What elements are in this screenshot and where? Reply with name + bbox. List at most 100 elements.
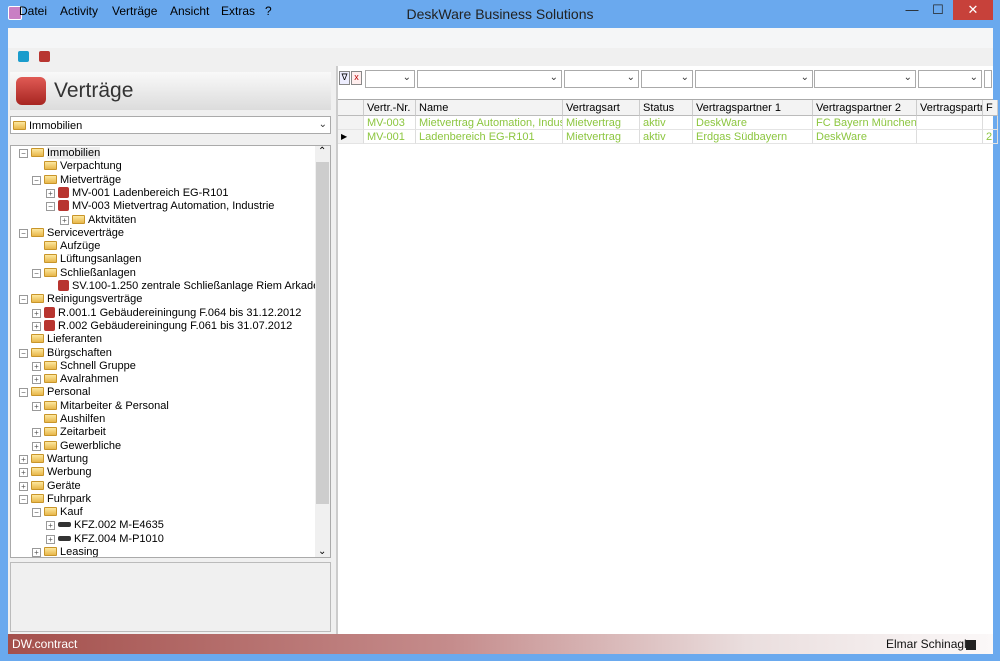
grid-cell[interactable]: aktiv [640,116,693,130]
column-header[interactable]: Vertragsart [563,100,640,116]
grid-cell[interactable]: FC Bayern München [813,116,917,130]
tree-node[interactable]: MV-001 Ladenbereich EG-R101 [58,186,229,200]
column-filter[interactable]: ⌄ [695,70,813,88]
expand-icon[interactable]: + [46,521,55,531]
menu-help[interactable]: ? [265,4,272,18]
tree-node[interactable]: SV.100-1.250 zentrale Schließanlage Riem… [58,280,325,293]
expand-icon[interactable]: + [32,548,41,557]
expand-icon[interactable]: + [46,188,55,198]
tree-node[interactable]: Serviceverträge [31,227,124,240]
grid-cell[interactable]: aktiv [640,130,693,144]
tree-node[interactable]: Personal [31,386,90,399]
menu-activity[interactable]: Activity [60,4,98,18]
tree-node[interactable]: Aktvitäten [72,214,136,227]
tree-node[interactable]: KFZ.002 M-E4635 [58,519,164,532]
expand-icon[interactable]: + [19,468,28,478]
grid-cell[interactable]: 2 [983,130,998,144]
menu-datei[interactable]: Datei [19,4,47,18]
tree-node[interactable]: Leasing [44,546,99,557]
tree-node[interactable]: Bürgschaften [31,347,112,360]
collapse-icon[interactable]: − [32,508,41,518]
tree-node[interactable]: Reinigungsverträge [31,293,142,306]
menu-ansicht[interactable]: Ansicht [170,4,209,18]
grid-cell[interactable]: DeskWare [693,116,813,130]
row-selector[interactable] [338,116,364,130]
collapse-icon[interactable]: − [19,494,28,504]
scrollbar-thumb[interactable] [316,162,329,504]
collapse-icon[interactable]: − [19,228,28,238]
collapse-icon[interactable]: − [19,388,28,398]
tree-node[interactable]: Immobilien [31,147,101,160]
expand-icon[interactable]: + [32,361,41,371]
collapse-icon[interactable]: − [19,149,28,158]
collapse-icon[interactable]: − [32,268,41,278]
grid-cell[interactable]: Mietvertrag Automation, Industri [416,116,563,130]
category-combo[interactable]: Immobilien ⌄ [10,116,331,134]
expand-icon[interactable]: + [19,481,28,491]
tree-node[interactable]: Fuhrpark [31,493,91,506]
collapse-icon[interactable]: − [19,295,28,305]
save-icon[interactable] [966,640,976,650]
tree-node[interactable]: Avalrahmen [44,373,119,386]
tree-node[interactable]: R.001.1 Gebäudereiningung F.064 bis 31.1… [44,306,301,320]
tree-node[interactable]: Lüftungsanlagen [44,253,141,266]
expand-icon[interactable]: + [32,401,41,411]
row-selector[interactable]: ▶ [338,130,364,144]
grid-cell[interactable]: MV-001 [364,130,416,144]
column-filter[interactable]: ⌄ [417,70,562,88]
tree-node[interactable]: Gewerbliche [44,440,121,453]
tree-node[interactable]: Lieferanten [31,333,102,346]
column-filter[interactable] [984,70,992,88]
column-header[interactable]: Vertr.-Nr. [364,100,416,116]
column-filter[interactable]: ⌄ [814,70,916,88]
tree-node[interactable]: Kauf [44,506,83,519]
column-header[interactable]: Vertragspartner 2 [813,100,917,116]
menu-extras[interactable]: Extras [221,4,255,18]
column-header[interactable]: Vertragspartn [917,100,983,116]
filter-icon[interactable]: ∇ [339,71,350,85]
collapse-icon[interactable]: − [32,175,41,185]
tree-node[interactable]: Schließanlagen [44,267,136,280]
mail-icon[interactable] [18,51,29,62]
grid-cell[interactable]: Ladenbereich EG-R101 [416,130,563,144]
grid-cell[interactable] [917,116,983,130]
grid-cell[interactable] [917,130,983,144]
close-button[interactable]: ✕ [953,0,993,20]
column-header[interactable]: Status [640,100,693,116]
tree-node[interactable]: Zeitarbeit [44,426,106,439]
expand-icon[interactable]: + [60,215,69,225]
contracts-grid[interactable]: Vertr.-Nr. Name Vertragsart Status Vertragsp… [338,99,998,632]
tree-node[interactable]: Wartung [31,453,88,466]
column-filter[interactable]: ⌄ [365,70,415,88]
tree-node[interactable]: Mietverträge [44,174,121,187]
grid-cell[interactable]: Mietvertrag [563,130,640,144]
column-header[interactable]: Name [416,100,563,116]
minimize-button[interactable]: — [900,0,924,20]
tree-node[interactable]: KFZ.004 M-P1010 [58,533,164,546]
tree-node[interactable]: MV-003 Mietvertrag Automation, Industrie [58,200,274,213]
expand-icon[interactable]: + [46,534,55,544]
contract-tree[interactable]: − Immobilien Verpachtung − Mietverträge + MV-0… [10,145,331,558]
grid-cell[interactable]: Mietvertrag [563,116,640,130]
maximize-button[interactable]: ☐ [926,0,950,20]
tree-node[interactable]: Verpachtung [44,160,122,173]
clear-filter-icon[interactable]: x [351,71,362,85]
expand-icon[interactable]: + [32,308,41,318]
menu-vertraege[interactable]: Verträge [112,4,157,18]
expand-icon[interactable]: + [32,441,41,451]
column-header[interactable]: F [983,100,998,116]
contract-icon[interactable] [39,51,50,62]
tree-node[interactable]: Werbung [31,466,91,479]
collapse-icon[interactable]: − [46,202,55,212]
expand-icon[interactable]: + [32,428,41,438]
tree-node[interactable]: R.002 Gebäudereiningung F.061 bis 31.07.… [44,319,292,333]
tree-node[interactable]: Aufzüge [44,240,100,253]
column-filter[interactable]: ⌄ [918,70,982,88]
tree-node[interactable]: Mitarbeiter & Personal [44,400,169,413]
grid-cell[interactable] [983,116,998,130]
tree-node[interactable]: Geräte [31,480,81,493]
column-filter[interactable]: ⌄ [641,70,693,88]
grid-cell[interactable]: Erdgas Südbayern [693,130,813,144]
grid-cell[interactable]: DeskWare [813,130,917,144]
column-header[interactable]: Vertragspartner 1 [693,100,813,116]
